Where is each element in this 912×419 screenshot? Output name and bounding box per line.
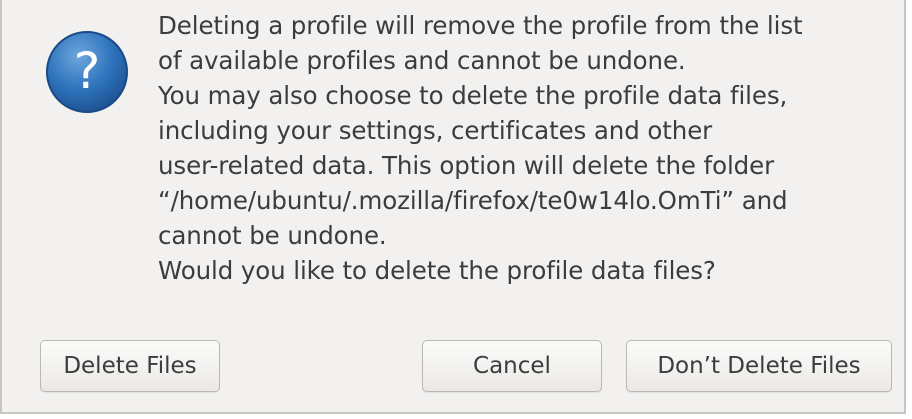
- message-line: including your settings, certificates an…: [158, 116, 713, 145]
- message-line: user-related data. This option will dele…: [158, 151, 775, 180]
- message-line: You may also choose to delete the profil…: [158, 81, 788, 110]
- message-line: “/home/ubuntu/.mozilla/firefox/te0w14lo.…: [158, 186, 788, 215]
- delete-profile-dialog: ? Deleting a profile will remove the pro…: [0, 0, 906, 414]
- svg-text:?: ?: [74, 42, 101, 100]
- message-line: of available profiles and cannot be undo…: [158, 46, 686, 75]
- message-line: cannot be undone.: [158, 221, 387, 250]
- message-line: Deleting a profile will remove the profi…: [158, 11, 803, 40]
- dialog-message: Deleting a profile will remove the profi…: [158, 8, 898, 288]
- question-icon: ?: [46, 31, 128, 113]
- message-line: Would you like to delete the profile dat…: [158, 256, 716, 285]
- dont-delete-files-button[interactable]: Don’t Delete Files: [626, 340, 892, 392]
- cancel-button[interactable]: Cancel: [422, 340, 602, 392]
- delete-files-button[interactable]: Delete Files: [40, 340, 220, 392]
